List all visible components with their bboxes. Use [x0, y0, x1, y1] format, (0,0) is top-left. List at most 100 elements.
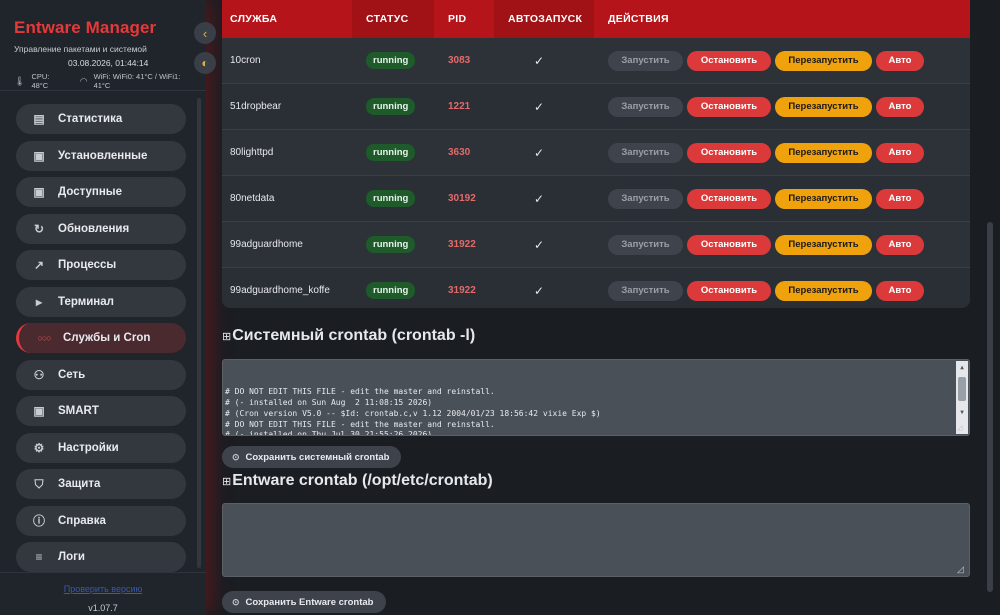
sidebar-item-8[interactable]: ⚇ Сеть — [16, 359, 186, 390]
col-status: СТАТУС — [352, 0, 434, 38]
restart-button[interactable]: Перезапустить — [775, 188, 872, 209]
services-table: СЛУЖБА СТАТУС PID АВТОЗАПУСК ДЕЙСТВИЯ 10… — [222, 0, 970, 308]
scroll-thumb[interactable] — [958, 377, 966, 401]
autostart-check-icon: ✓ — [534, 145, 545, 160]
status-badge: running — [366, 144, 416, 161]
sidebar-item-7[interactable]: ○○○ Службы и Cron — [16, 323, 186, 353]
crontab-line: # (Cron version V5.0 -- $Id: crontab.c,v… — [225, 408, 601, 418]
table-row: 99adguardhome running 31922 ✓ Запустить Остан… — [222, 222, 970, 268]
scroll-up-icon[interactable]: ▲ — [956, 363, 968, 374]
sidebar-item-11[interactable]: ⛉ Защита — [16, 469, 186, 499]
pid-cell: 3083 — [448, 55, 471, 66]
sidebar-item-10[interactable]: ⚙ Настройки — [16, 432, 186, 463]
wifi-temp: WiFi: WiFi0: 41°C / WiFi1: 41°C — [93, 72, 181, 90]
restart-button[interactable]: Перезапустить — [775, 280, 872, 301]
status-badge: running — [366, 190, 416, 207]
restart-button[interactable]: Перезапустить — [775, 142, 872, 163]
autostart-toggle-button[interactable]: Авто — [876, 280, 924, 301]
stop-button[interactable]: Остановить — [687, 50, 771, 71]
restart-button[interactable]: Перезапустить — [775, 50, 872, 71]
sidebar-item-13[interactable]: ≡ Логи — [16, 542, 186, 572]
info-icon: ⓘ — [32, 514, 45, 528]
start-button[interactable]: Запустить — [608, 96, 683, 117]
start-button[interactable]: Запустить — [608, 188, 683, 209]
actions-cell: Запустить Остановить Перезапустить Авто — [594, 280, 970, 301]
log-icon: ≡ — [35, 550, 43, 564]
sidebar-item-6[interactable]: ▸ Терминал — [16, 286, 186, 317]
refresh-icon: ↻ — [33, 221, 45, 236]
sidebar-item-label: Обновления — [58, 222, 130, 235]
page-scroll-thumb[interactable] — [987, 222, 993, 592]
status-badge: running — [366, 52, 416, 69]
autostart-toggle-button[interactable]: Авто — [876, 234, 924, 255]
collapse-sidebar-button[interactable]: ‹ — [194, 22, 216, 44]
sidebar-item-4[interactable]: ↻ Обновления — [16, 213, 186, 244]
stop-button[interactable]: Остановить — [687, 96, 771, 117]
autostart-check-icon: ✓ — [534, 99, 545, 114]
save-entware-crontab-button[interactable]: ⊙ Сохранить Entware crontab — [222, 591, 386, 613]
sidebar-scrollbar[interactable] — [197, 98, 201, 568]
sidebar-item-label: Установленные — [58, 149, 148, 162]
service-name: 99adguardhome — [230, 239, 303, 250]
table-header: СЛУЖБА СТАТУС PID АВТОЗАПУСК ДЕЙСТВИЯ — [222, 0, 970, 38]
autostart-toggle-button[interactable]: Авто — [876, 50, 924, 71]
col-pid: PID — [448, 13, 467, 25]
scroll-down-icon[interactable]: ▼ — [956, 408, 968, 419]
crontab-line: # DO NOT EDIT THIS FILE - edit the maste… — [225, 387, 495, 397]
network-icon: ⚇ — [33, 367, 45, 382]
sidebar-item-12[interactable]: ⓘ Справка — [16, 505, 186, 536]
available-icon: ▣ — [33, 185, 45, 199]
status-cell: running — [352, 282, 434, 299]
resize-handle-icon[interactable]: ◿ — [957, 423, 967, 433]
restart-button[interactable]: Перезапустить — [775, 234, 872, 255]
table-row: 99adguardhome_koffe running 31922 ✓ Запустит… — [222, 268, 970, 308]
square-icon: ⊞ — [222, 476, 232, 488]
stop-button[interactable]: Остановить — [687, 188, 771, 209]
sidebar-item-label: Доступные — [58, 186, 123, 198]
entware-crontab-textarea[interactable]: ◿ — [222, 503, 970, 577]
status-cell: running — [352, 190, 434, 207]
stop-button[interactable]: Остановить — [687, 280, 771, 301]
actions-cell: Запустить Остановить Перезапустить Авто — [594, 96, 970, 117]
sidebar-item-3[interactable]: ▣ Доступные — [16, 177, 186, 207]
start-button[interactable]: Запустить — [608, 50, 683, 71]
restart-button[interactable]: Перезапустить — [775, 96, 872, 117]
save-icon: ⊙ — [232, 451, 240, 462]
page-scrollbar[interactable] — [984, 0, 996, 615]
stop-button[interactable]: Остановить — [687, 234, 771, 255]
sidebar-item-9[interactable]: ▣ SMART — [16, 396, 186, 426]
service-name: 10cron — [230, 55, 261, 66]
col-service: СЛУЖБА — [230, 13, 278, 25]
status-cell: running — [352, 236, 434, 253]
start-button[interactable]: Запустить — [608, 234, 683, 255]
sidebar-item-1[interactable]: ▤ Статистика — [16, 104, 186, 134]
terminal-icon: ▸ — [35, 294, 43, 309]
sidebar-item-label: Службы и Cron — [63, 332, 151, 344]
autostart-check-icon: ✓ — [534, 237, 545, 252]
autostart-toggle-button[interactable]: Авто — [876, 188, 924, 209]
sensors: 🌡︎ CPU: 48°C ◠ WiFi: WiFi0: 41°C / WiFi1… — [14, 72, 192, 90]
autostart-toggle-button[interactable]: Авто — [876, 142, 924, 163]
check-version-link[interactable]: Проверить версию — [0, 584, 206, 594]
actions-cell: Запустить Остановить Перезапустить Авто — [594, 142, 970, 163]
crontab-line: # (- installed on Thu Jul 30 21:55:26 20… — [225, 430, 433, 436]
autostart-toggle-button[interactable]: Авто — [876, 96, 924, 117]
autostart-check-icon: ✓ — [534, 191, 545, 206]
theme-toggle-button[interactable]: ◐ — [194, 52, 216, 74]
start-button[interactable]: Запустить — [608, 142, 683, 163]
system-crontab-textarea[interactable]: # DO NOT EDIT THIS FILE - edit the maste… — [222, 359, 970, 436]
pid-cell: 31922 — [448, 239, 476, 250]
stop-button[interactable]: Остановить — [687, 142, 771, 163]
save-system-crontab-button[interactable]: ⊙ Сохранить системный crontab — [222, 446, 402, 468]
sidebar-item-2[interactable]: ▣ Установленные — [16, 140, 186, 171]
theme-icon: ◐ — [201, 56, 209, 70]
crontab-line: # DO NOT EDIT THIS FILE - edit the maste… — [225, 419, 495, 429]
pid-cell: 3630 — [448, 147, 471, 158]
sidebar-item-5[interactable]: ↗ Процессы — [16, 250, 186, 280]
status-cell: running — [352, 144, 434, 161]
resize-handle-icon[interactable]: ◿ — [957, 564, 967, 574]
sidebar-item-label: SMART — [58, 405, 99, 417]
main-content: СЛУЖБА СТАТУС PID АВТОЗАПУСК ДЕЙСТВИЯ 10… — [222, 0, 970, 615]
start-button[interactable]: Запустить — [608, 280, 683, 301]
square-icon: ⊞ — [222, 331, 232, 343]
